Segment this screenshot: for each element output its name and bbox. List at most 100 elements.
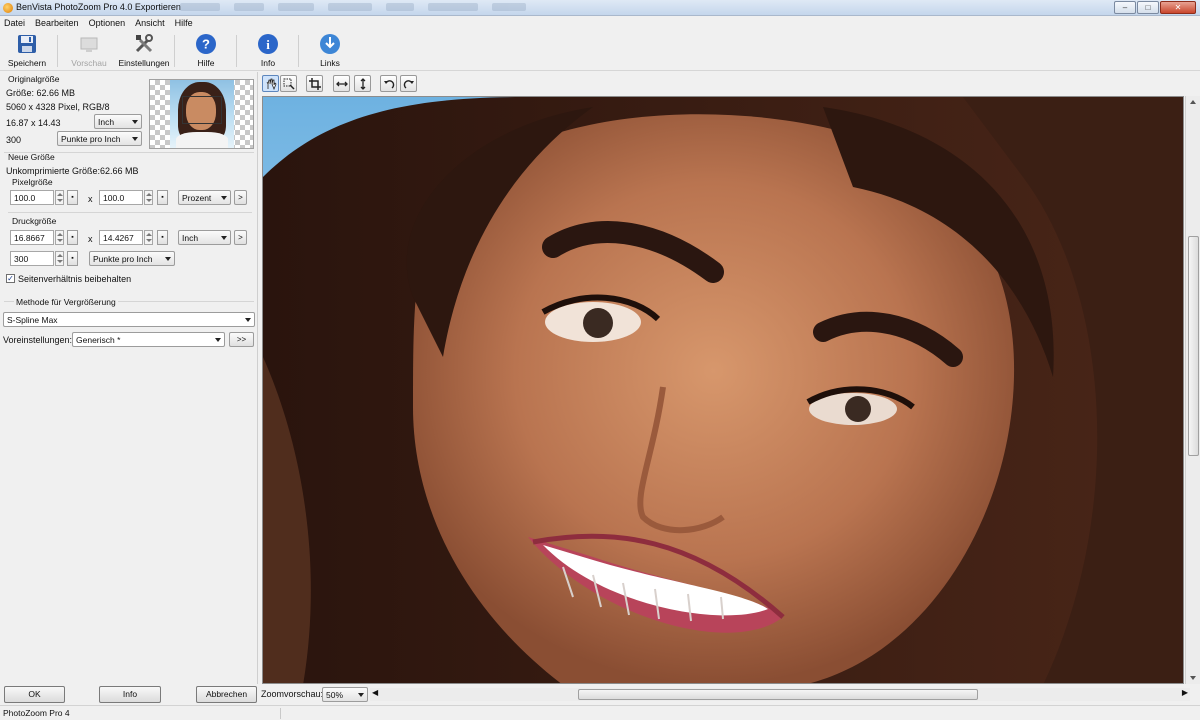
settings-panel: Originalgröße Größe: 62.66 MB 5060 x 432…: [0, 72, 258, 684]
keep-ratio-label: Seitenverhältnis beibehalten: [18, 274, 132, 284]
print-resolution-value: Punkte pro Inch: [93, 254, 153, 264]
tools-icon: [133, 33, 155, 55]
pixel-width-spinner[interactable]: [55, 190, 64, 205]
print-dpi-spinner[interactable]: [55, 251, 64, 266]
portrait-image: [263, 97, 1183, 683]
original-filesize: Größe: 62.66 MB: [6, 88, 76, 98]
method-title: Methode für Vergrößerung: [14, 297, 118, 307]
menu-edit[interactable]: Bearbeiten: [35, 18, 79, 28]
crop-icon[interactable]: [306, 75, 323, 92]
image-tools: [260, 74, 1200, 94]
preview-button[interactable]: Vorschau: [64, 33, 114, 69]
print-width-input[interactable]: 16.8667: [10, 230, 54, 245]
navigator-thumbnail[interactable]: [149, 79, 254, 149]
pixel-width-input[interactable]: 100.0: [10, 190, 54, 205]
print-dpi-input[interactable]: 300: [10, 251, 54, 266]
pixel-height-spinner[interactable]: [144, 190, 153, 205]
toolbar: Speichern Vorschau Einstellungen ? Hilfe…: [0, 31, 1200, 71]
method-value: S-Spline Max: [7, 315, 58, 325]
pixel-height-reset[interactable]: ▪: [157, 190, 168, 205]
scroll-left-icon[interactable]: ◀: [372, 688, 378, 697]
help-label: Hilfe: [197, 58, 215, 68]
print-height-input[interactable]: 14.4267: [99, 230, 143, 245]
info-button[interactable]: i Info: [243, 33, 293, 69]
menu-help[interactable]: Hilfe: [175, 18, 193, 28]
pixel-x-separator: x: [88, 194, 93, 204]
pixel-unit-value: Prozent: [182, 193, 212, 203]
original-pixels: 5060 x 4328 Pixel, RGB/8: [6, 102, 110, 112]
print-dpi-reset[interactable]: ▪: [67, 251, 78, 266]
print-resolution-dropdown[interactable]: Punkte pro Inch: [89, 251, 175, 266]
horizontal-scrollbar[interactable]: ◀ ▶: [370, 688, 1190, 701]
original-resolution-value: Punkte pro Inch: [61, 134, 121, 144]
horizontal-scroll-thumb[interactable]: [578, 689, 978, 700]
pixel-apply-button[interactable]: >: [234, 190, 247, 205]
info-label: Info: [260, 58, 276, 68]
background-taskbar: [180, 3, 1060, 13]
preview-image[interactable]: [262, 96, 1184, 684]
rotate-left-icon[interactable]: [380, 75, 397, 92]
globe-icon: [319, 33, 341, 55]
uncompressed-size: Unkomprimierte Größe:62.66 MB: [6, 166, 139, 176]
rotate-right-icon[interactable]: [400, 75, 417, 92]
preview-label: Vorschau: [71, 58, 107, 68]
zoom-label: Zoomvorschau:: [261, 689, 324, 699]
method-dropdown[interactable]: S-Spline Max: [3, 312, 255, 327]
print-width-spinner[interactable]: [55, 230, 64, 245]
menu-view[interactable]: Ansicht: [135, 18, 165, 28]
print-size-title: Druckgröße: [12, 216, 57, 226]
cancel-button[interactable]: Abbrechen: [196, 686, 257, 703]
svg-text:?: ?: [202, 37, 210, 52]
save-button[interactable]: Speichern: [2, 33, 52, 69]
hand-tool-icon[interactable]: [262, 75, 279, 92]
minimize-button[interactable]: –: [1114, 1, 1136, 14]
print-width-reset[interactable]: ▪: [67, 230, 78, 245]
presets-dropdown[interactable]: Generisch *: [72, 332, 225, 347]
settings-button[interactable]: Einstellungen: [118, 33, 170, 69]
links-label: Links: [320, 58, 340, 68]
scroll-up-icon[interactable]: [1190, 100, 1196, 104]
title-bar: BenVista PhotoZoom Pro 4.0 Exportieren –…: [0, 0, 1200, 16]
original-resolution-dropdown[interactable]: Punkte pro Inch: [57, 131, 142, 146]
settings-label: Einstellungen: [118, 58, 170, 68]
original-size-title: Originalgröße: [8, 74, 60, 84]
pixel-height-input[interactable]: 100.0: [99, 190, 143, 205]
menu-options[interactable]: Optionen: [89, 18, 126, 28]
svg-text:i: i: [266, 37, 270, 52]
print-height-spinner[interactable]: [144, 230, 153, 245]
pixel-width-reset[interactable]: ▪: [67, 190, 78, 205]
original-dpi: 300: [6, 135, 22, 145]
pixel-unit-dropdown[interactable]: Prozent: [178, 190, 231, 205]
original-unit-value: Inch: [98, 117, 115, 127]
zoom-region-icon[interactable]: [280, 75, 297, 92]
keep-ratio-checkbox[interactable]: ✓: [6, 274, 15, 283]
scroll-right-icon[interactable]: ▶: [1182, 688, 1188, 697]
zoom-dropdown[interactable]: 50%: [322, 687, 368, 702]
viewport-selection[interactable]: [182, 96, 222, 124]
vertical-scroll-thumb[interactable]: [1188, 236, 1199, 456]
maximize-button[interactable]: □: [1137, 1, 1159, 14]
zoom-value: 50%: [326, 690, 344, 700]
ok-button[interactable]: OK: [4, 686, 65, 703]
print-apply-button[interactable]: >: [234, 230, 247, 245]
presets-more-button[interactable]: >>: [229, 332, 254, 347]
close-button[interactable]: ✕: [1160, 1, 1196, 14]
info-dialog-button[interactable]: Info: [99, 686, 161, 703]
help-button[interactable]: ? Hilfe: [181, 33, 231, 69]
menu-bar: Datei Bearbeiten Optionen Ansicht Hilfe: [0, 16, 1200, 30]
vertical-scrollbar[interactable]: [1185, 96, 1200, 684]
original-unit-dropdown[interactable]: Inch: [94, 114, 142, 129]
print-unit-dropdown[interactable]: Inch: [178, 230, 231, 245]
new-size-title: Neue Größe: [8, 152, 55, 162]
print-height-reset[interactable]: ▪: [157, 230, 168, 245]
window-title: BenVista PhotoZoom Pro 4.0 Exportieren: [16, 2, 181, 12]
presets-label: Voreinstellungen:: [3, 335, 73, 345]
scroll-down-icon[interactable]: [1190, 676, 1196, 680]
floppy-disk-icon: [16, 33, 38, 55]
flip-horizontal-icon[interactable]: [333, 75, 350, 92]
flip-vertical-icon[interactable]: [354, 75, 371, 92]
links-button[interactable]: Links: [305, 33, 355, 69]
original-dimensions: 16.87 x 14.43: [6, 118, 61, 128]
zoom-bar: Zoomvorschau: 50% ◀ ▶: [260, 686, 1200, 703]
menu-file[interactable]: Datei: [4, 18, 25, 28]
